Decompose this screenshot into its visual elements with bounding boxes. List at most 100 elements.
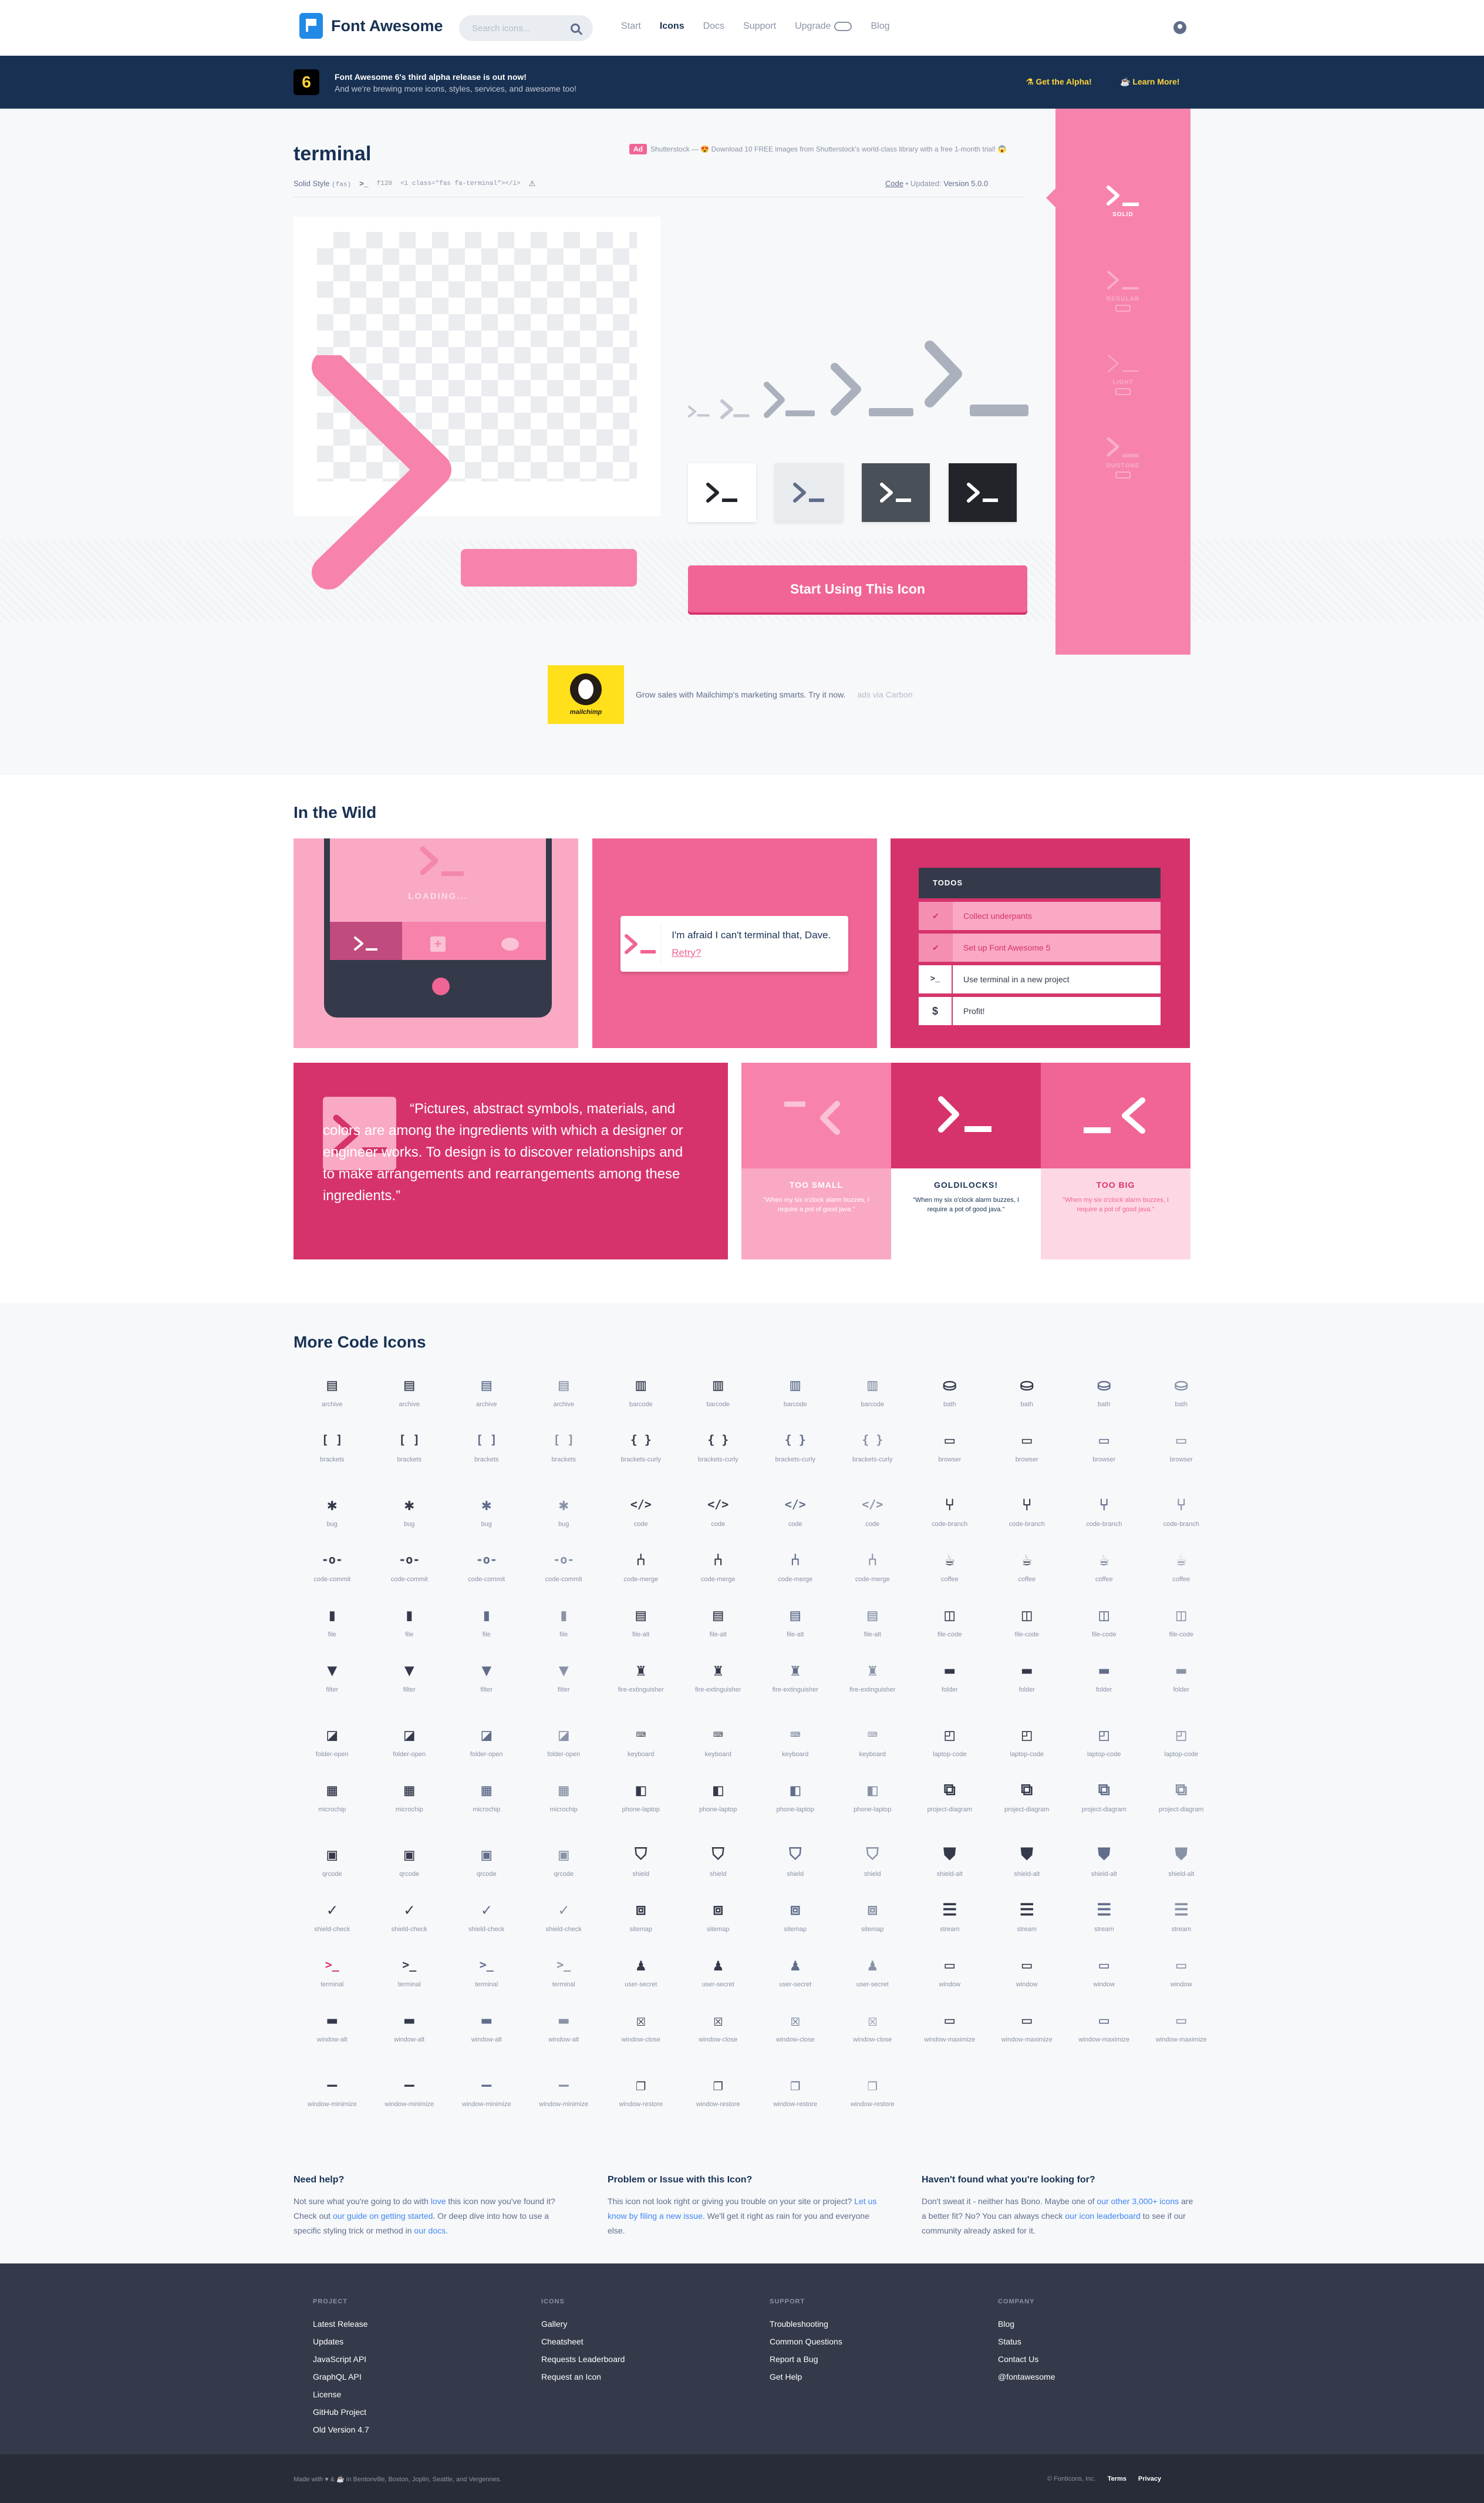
icon-cell-project-diagram[interactable]: ⧉ project-diagram: [989, 1773, 1066, 1838]
icon-cell-shield-alt[interactable]: ⛊ shield-alt: [989, 1838, 1066, 1893]
icon-cell-bath[interactable]: ⛀ bath: [1065, 1368, 1143, 1423]
brand-logo[interactable]: Font Awesome: [299, 13, 443, 39]
icon-cell-brackets-curly[interactable]: { } brackets-curly: [757, 1423, 834, 1488]
footer-link[interactable]: GraphQL API: [313, 2368, 369, 2386]
icon-cell-bath[interactable]: ⛀ bath: [1143, 1368, 1220, 1423]
icon-cell-code-branch[interactable]: ⑂ code-branch: [911, 1488, 989, 1543]
style-solid[interactable]: SOLID: [1055, 184, 1190, 218]
icon-cell-browser[interactable]: ▭ browser: [1065, 1423, 1143, 1478]
icon-cell-fire-extinguisher[interactable]: ♜ fire-extinguisher: [834, 1653, 912, 1718]
icon-cell-terminal[interactable]: >_ terminal: [448, 1948, 525, 2003]
icon-cell-window-alt[interactable]: ▬ window-alt: [371, 2003, 448, 2059]
icon-cell-filter[interactable]: ▼ filter: [448, 1653, 525, 1709]
icon-cell-brackets-curly[interactable]: { } brackets-curly: [680, 1423, 757, 1488]
footer-link[interactable]: Status: [998, 2333, 1055, 2350]
icon-cell-archive[interactable]: ▤ archive: [525, 1368, 603, 1423]
icon-cell-code-commit[interactable]: -o-code-commit: [448, 1543, 525, 1598]
icon-cell-laptop-code[interactable]: ◰ laptop-code: [1065, 1718, 1143, 1773]
footer-link[interactable]: Request an Icon: [541, 2368, 625, 2386]
style-duotone[interactable]: DUOTONE: [1055, 435, 1190, 479]
icon-cell-bath[interactable]: ⛀ bath: [911, 1368, 989, 1423]
icon-cell-shield[interactable]: ⛉ shield: [834, 1838, 912, 1893]
icon-cell-shield[interactable]: ⛉ shield: [757, 1838, 834, 1893]
icon-cell-shield-alt[interactable]: ⛊ shield-alt: [911, 1838, 989, 1893]
icon-cell-window-alt[interactable]: ▬ window-alt: [294, 2003, 371, 2059]
nav-link-support[interactable]: Support: [743, 21, 776, 32]
icon-cell-barcode[interactable]: ▥ barcode: [834, 1368, 912, 1423]
icon-cell-keyboard[interactable]: ⌨ keyboard: [680, 1718, 757, 1773]
icon-cell-file[interactable]: ▮ file: [448, 1598, 525, 1653]
icon-cell-folder[interactable]: ▬ folder: [1143, 1653, 1220, 1709]
code-link[interactable]: Code: [885, 179, 903, 188]
icon-cell-file-alt[interactable]: ▤ file-alt: [680, 1598, 757, 1653]
swatch-light[interactable]: [775, 463, 843, 522]
icon-cell-bug[interactable]: ✱ bug: [448, 1488, 525, 1543]
icon-cell-filter[interactable]: ▼ filter: [371, 1653, 448, 1709]
icon-cell-terminal[interactable]: >_ terminal: [294, 1948, 371, 2003]
icon-cell-window-restore[interactable]: ❐ window-restore: [757, 2068, 834, 2133]
footer-link[interactable]: GitHub Project: [313, 2403, 369, 2421]
icon-cell-window[interactable]: ▭ window: [1143, 1948, 1220, 2003]
search-input[interactable]: Search icons...: [459, 15, 593, 41]
icon-cell-window-restore[interactable]: ❐ window-restore: [680, 2068, 757, 2133]
icon-cell-coffee[interactable]: ☕ coffee: [911, 1543, 989, 1598]
icon-cell-brackets-curly[interactable]: { } brackets-curly: [834, 1423, 912, 1488]
icon-cell-window-restore[interactable]: ❐ window-restore: [602, 2068, 680, 2133]
icon-cell-file[interactable]: ▮ file: [294, 1598, 371, 1653]
check-icon[interactable]: ✔: [919, 934, 953, 962]
icon-cell-folder-open[interactable]: ◪ folder-open: [448, 1718, 525, 1773]
icon-cell-code-branch[interactable]: ⑂ code-branch: [989, 1488, 1066, 1543]
icon-cell-microchip[interactable]: ▦ microchip: [525, 1773, 603, 1828]
icon-cell-shield-alt[interactable]: ⛊ shield-alt: [1065, 1838, 1143, 1893]
unicode-value[interactable]: f120: [377, 180, 392, 187]
icon-cell-qrcode[interactable]: ▣ qrcode: [525, 1838, 603, 1893]
icon-cell-file-code[interactable]: ◫ file-code: [1065, 1598, 1143, 1653]
icon-cell-stream[interactable]: ☰ stream: [911, 1893, 989, 1948]
icon-cell-keyboard[interactable]: ⌨ keyboard: [757, 1718, 834, 1773]
icon-cell-phone-laptop[interactable]: ◧ phone-laptop: [602, 1773, 680, 1828]
icon-cell-folder-open[interactable]: ◪ folder-open: [294, 1718, 371, 1773]
icon-cell-project-diagram[interactable]: ⧉ project-diagram: [1143, 1773, 1220, 1838]
style-light[interactable]: LIGHT: [1055, 352, 1190, 395]
icon-cell-folder[interactable]: ▬ folder: [989, 1653, 1066, 1709]
footer-link[interactable]: Contact Us: [998, 2350, 1055, 2368]
swatch-white[interactable]: [688, 463, 756, 522]
icon-cell-shield-check[interactable]: ✓ shield-check: [448, 1893, 525, 1948]
icon-cell-fire-extinguisher[interactable]: ♜ fire-extinguisher: [602, 1653, 680, 1718]
icon-cell-fire-extinguisher[interactable]: ♜ fire-extinguisher: [757, 1653, 834, 1718]
icon-cell-keyboard[interactable]: ⌨ keyboard: [834, 1718, 912, 1773]
icon-cell-coffee[interactable]: ☕ coffee: [989, 1543, 1066, 1598]
icon-cell-phone-laptop[interactable]: ◧ phone-laptop: [757, 1773, 834, 1828]
icon-cell-brackets[interactable]: [ ] brackets: [294, 1423, 371, 1478]
icon-cell-window-minimize[interactable]: — window-minimize: [371, 2068, 448, 2133]
icon-cell-code-merge[interactable]: ⑃ code-merge: [602, 1543, 680, 1598]
icon-cell-folder[interactable]: ▬ folder: [1065, 1653, 1143, 1709]
nav-link-docs[interactable]: Docs: [703, 21, 724, 32]
todo-item[interactable]: $ Profit!: [919, 997, 1161, 1025]
icon-cell-browser[interactable]: ▭ browser: [1143, 1423, 1220, 1478]
nav-link-start[interactable]: Start: [621, 21, 641, 32]
icon-cell-qrcode[interactable]: ▣ qrcode: [448, 1838, 525, 1893]
icon-cell-folder-open[interactable]: ◪ folder-open: [371, 1718, 448, 1773]
todo-item[interactable]: ✔ Collect underpants: [919, 902, 1161, 930]
help-link[interactable]: love: [431, 2197, 446, 2206]
privacy-link[interactable]: Privacy: [1138, 2475, 1161, 2482]
icon-cell-stream[interactable]: ☰ stream: [1143, 1893, 1220, 1948]
home-button[interactable]: [432, 978, 450, 995]
nav-link-icons[interactable]: Icons: [660, 21, 684, 32]
icon-cell-window[interactable]: ▭ window: [1065, 1948, 1143, 2003]
icon-cell-window-alt[interactable]: ▬ window-alt: [525, 2003, 603, 2059]
icon-cell-filter[interactable]: ▼ filter: [294, 1653, 371, 1709]
carbon-text[interactable]: Grow sales with Mailchimp's marketing sm…: [636, 690, 845, 699]
icon-cell-window-restore[interactable]: ❐ window-restore: [834, 2068, 912, 2133]
nav-link-upgrade[interactable]: Upgrade: [795, 21, 852, 32]
swatch-black[interactable]: [949, 463, 1017, 522]
icon-cell-window[interactable]: ▭ window: [911, 1948, 989, 2003]
footer-link[interactable]: @fontawesome: [998, 2368, 1055, 2386]
icon-cell-stream[interactable]: ☰ stream: [1065, 1893, 1143, 1948]
icon-cell-bath[interactable]: ⛀ bath: [989, 1368, 1066, 1423]
icon-cell-shield-check[interactable]: ✓ shield-check: [525, 1893, 603, 1948]
icon-cell-window-close[interactable]: ☒ window-close: [834, 2003, 912, 2059]
footer-link[interactable]: Latest Release: [313, 2315, 369, 2333]
icon-cell-sitemap[interactable]: ⧈ sitemap: [834, 1893, 912, 1948]
